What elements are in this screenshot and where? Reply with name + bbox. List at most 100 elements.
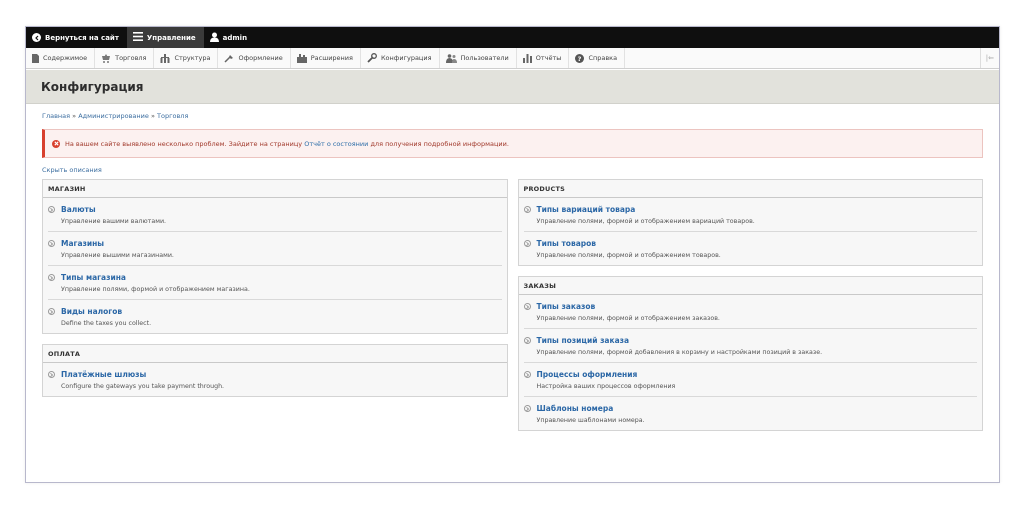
error-text: На вашем сайте выявлено несколько пробле… [65, 140, 509, 148]
panel-item-stores: Магазины Управление вышими магазинами. [48, 232, 502, 266]
hide-descriptions-link[interactable]: Скрыть описания [42, 166, 983, 174]
panel-item-link[interactable]: Платёжные шлюзы [61, 370, 146, 379]
panel-item-link[interactable]: Магазины [61, 239, 104, 248]
toolbar-item-reports[interactable]: Отчёты [517, 48, 570, 68]
toolbar-item-label: Оформление [238, 54, 283, 62]
panel-item-store-types: Типы магазина Управление полями, формой … [48, 266, 502, 300]
page-title: Конфигурация [41, 79, 144, 94]
panel-item-number-patterns: Шаблоны номера Управление шаблонами номе… [523, 397, 978, 430]
toolbar-item-commerce[interactable]: Торговля [95, 48, 155, 68]
panel-item-product-variation-types: Типы вариаций товара Управление полями, … [523, 198, 977, 232]
toolbar-item-appearance[interactable]: Оформление [218, 48, 291, 68]
main-content: Главная » Администрирование » Торговля Н… [26, 112, 999, 441]
panel-item-order-types: Типы заказов Управление полями, формой и… [523, 295, 977, 329]
panel-products: PRODUCTS Типы вариаций товара Управление… [517, 179, 983, 266]
structure-icon [160, 53, 170, 63]
chevron-right-icon [523, 371, 531, 378]
panel-item-order-item-types: Типы позиций заказа Управление полями, ф… [523, 329, 977, 363]
manage-tab[interactable]: Управление [126, 27, 204, 48]
panel-title: МАГАЗИН [43, 180, 507, 198]
panel-item-link[interactable]: Типы заказов [537, 302, 596, 311]
panel-item-checkout-flows: Процессы оформления Настройка ваших проц… [523, 363, 977, 397]
extend-icon [296, 53, 307, 63]
panel-item-description: Управление вашими валютами. [61, 218, 167, 225]
panel-item-link[interactable]: Процессы оформления [537, 370, 638, 379]
breadcrumb-link-home[interactable]: Главная [42, 112, 70, 120]
error-message: На вашем сайте выявлено несколько пробле… [42, 129, 983, 158]
toolbar-item-label: Отчёты [535, 54, 562, 62]
toolbar-item-content[interactable]: Содержимое [26, 48, 96, 68]
right-column: PRODUCTS Типы вариаций товара Управление… [517, 179, 983, 441]
back-to-site-link[interactable]: Вернуться на сайт [26, 27, 127, 48]
back-arrow-icon [32, 33, 41, 42]
panel-item-description: Управление полями, формой и отображением… [536, 218, 755, 225]
panel-item-description: Configure the gateways you take payment … [61, 383, 225, 390]
user-tab[interactable]: admin [204, 27, 255, 48]
admin-toolbar: Содержимое Торговля Структура Оформление… [26, 48, 999, 69]
chevron-right-icon [48, 371, 55, 378]
panel-item-payment-gateways: Платёжные шлюзы Configure the gateways y… [48, 363, 502, 396]
panel-item-currencies: Валюты Управление вашими валютами. [48, 198, 502, 232]
error-text-after: для получения подробной информации. [370, 139, 509, 148]
panel-store: МАГАЗИН Валюты Управление вашими валютам… [42, 179, 508, 334]
appearance-icon [224, 54, 234, 63]
error-text-before: На вашем сайте выявлено несколько пробле… [65, 139, 303, 148]
toolbar-item-label: Расширения [310, 54, 353, 62]
panel-title: ЗАКАЗЫ [518, 277, 982, 295]
panel-item-description: Define the taxes you collect. [61, 320, 152, 327]
chevron-right-icon [48, 206, 55, 213]
toolbar-item-label: Структура [174, 54, 211, 62]
panel-item-link[interactable]: Шаблоны номера [537, 404, 614, 413]
toolbar-item-configuration[interactable]: Конфигурация [361, 48, 440, 68]
panel-item-tax-types: Виды налогов Define the taxes you collec… [48, 300, 502, 333]
manage-label: Управление [146, 33, 196, 42]
breadcrumb-link-admin[interactable]: Администрирование [78, 112, 149, 120]
content-icon [32, 53, 39, 63]
toolbar-item-label: Пользователи [460, 54, 509, 62]
hamburger-icon [132, 32, 143, 43]
breadcrumb-link-commerce[interactable]: Торговля [157, 112, 188, 120]
chevron-right-icon [48, 308, 55, 315]
panel-item-description: Управление полями, формой и отображением… [61, 286, 250, 293]
panel-item-description: Управление полями, формой и отображением… [536, 252, 721, 259]
help-icon: ? [575, 53, 585, 63]
toolbar-item-label: Конфигурация [380, 54, 432, 62]
chevron-right-icon [523, 405, 531, 412]
admin-topbar: Вернуться на сайт Управление admin [26, 27, 999, 48]
panel-item-link[interactable]: Валюты [61, 205, 96, 214]
panel-item-description: Управление полями, формой добавления в к… [536, 349, 823, 356]
browser-frame: Вернуться на сайт Управление admin Содер… [25, 26, 1000, 483]
toolbar-item-structure[interactable]: Структура [154, 48, 219, 68]
panel-item-link[interactable]: Типы магазина [61, 273, 126, 282]
chevron-right-icon [523, 206, 531, 213]
user-label: admin [222, 33, 248, 42]
breadcrumb: Главная » Администрирование » Торговля [42, 112, 983, 120]
commerce-icon [101, 53, 111, 63]
toolbar-item-people[interactable]: Пользователи [440, 48, 517, 68]
chevron-right-icon [523, 303, 531, 310]
chevron-right-icon [523, 337, 531, 344]
toolbar-item-label: Содержимое [43, 54, 88, 62]
back-to-site-label: Вернуться на сайт [45, 33, 119, 42]
panel-title: PRODUCTS [518, 180, 982, 198]
toolbar-item-help[interactable]: ? Справка [569, 48, 626, 68]
toolbar-orientation-toggle[interactable]: |⇐ [979, 48, 999, 68]
error-icon [52, 139, 60, 148]
toolbar-item-label: Торговля [115, 54, 147, 62]
panel-item-link[interactable]: Типы товаров [537, 239, 597, 248]
status-report-link[interactable]: Отчёт о состоянии [304, 140, 368, 148]
chevron-right-icon [48, 240, 55, 247]
panel-orders: ЗАКАЗЫ Типы заказов Управление полями, ф… [517, 276, 983, 431]
toolbar-item-label: Справка [588, 54, 618, 62]
panel-title: ОПЛАТА [43, 345, 507, 363]
panel-payment: ОПЛАТА Платёжные шлюзы Configure the gat… [42, 344, 508, 397]
orientation-toggle-icon: |⇐ [985, 54, 994, 62]
user-icon [209, 32, 219, 44]
panel-item-link[interactable]: Типы позиций заказа [537, 336, 630, 345]
panel-item-link[interactable]: Типы вариаций товара [537, 205, 636, 214]
panel-item-link[interactable]: Виды налогов [61, 307, 122, 316]
panel-columns: МАГАЗИН Валюты Управление вашими валютам… [42, 179, 983, 441]
toolbar-item-extend[interactable]: Расширения [291, 48, 361, 68]
svg-text:?: ? [578, 55, 582, 63]
